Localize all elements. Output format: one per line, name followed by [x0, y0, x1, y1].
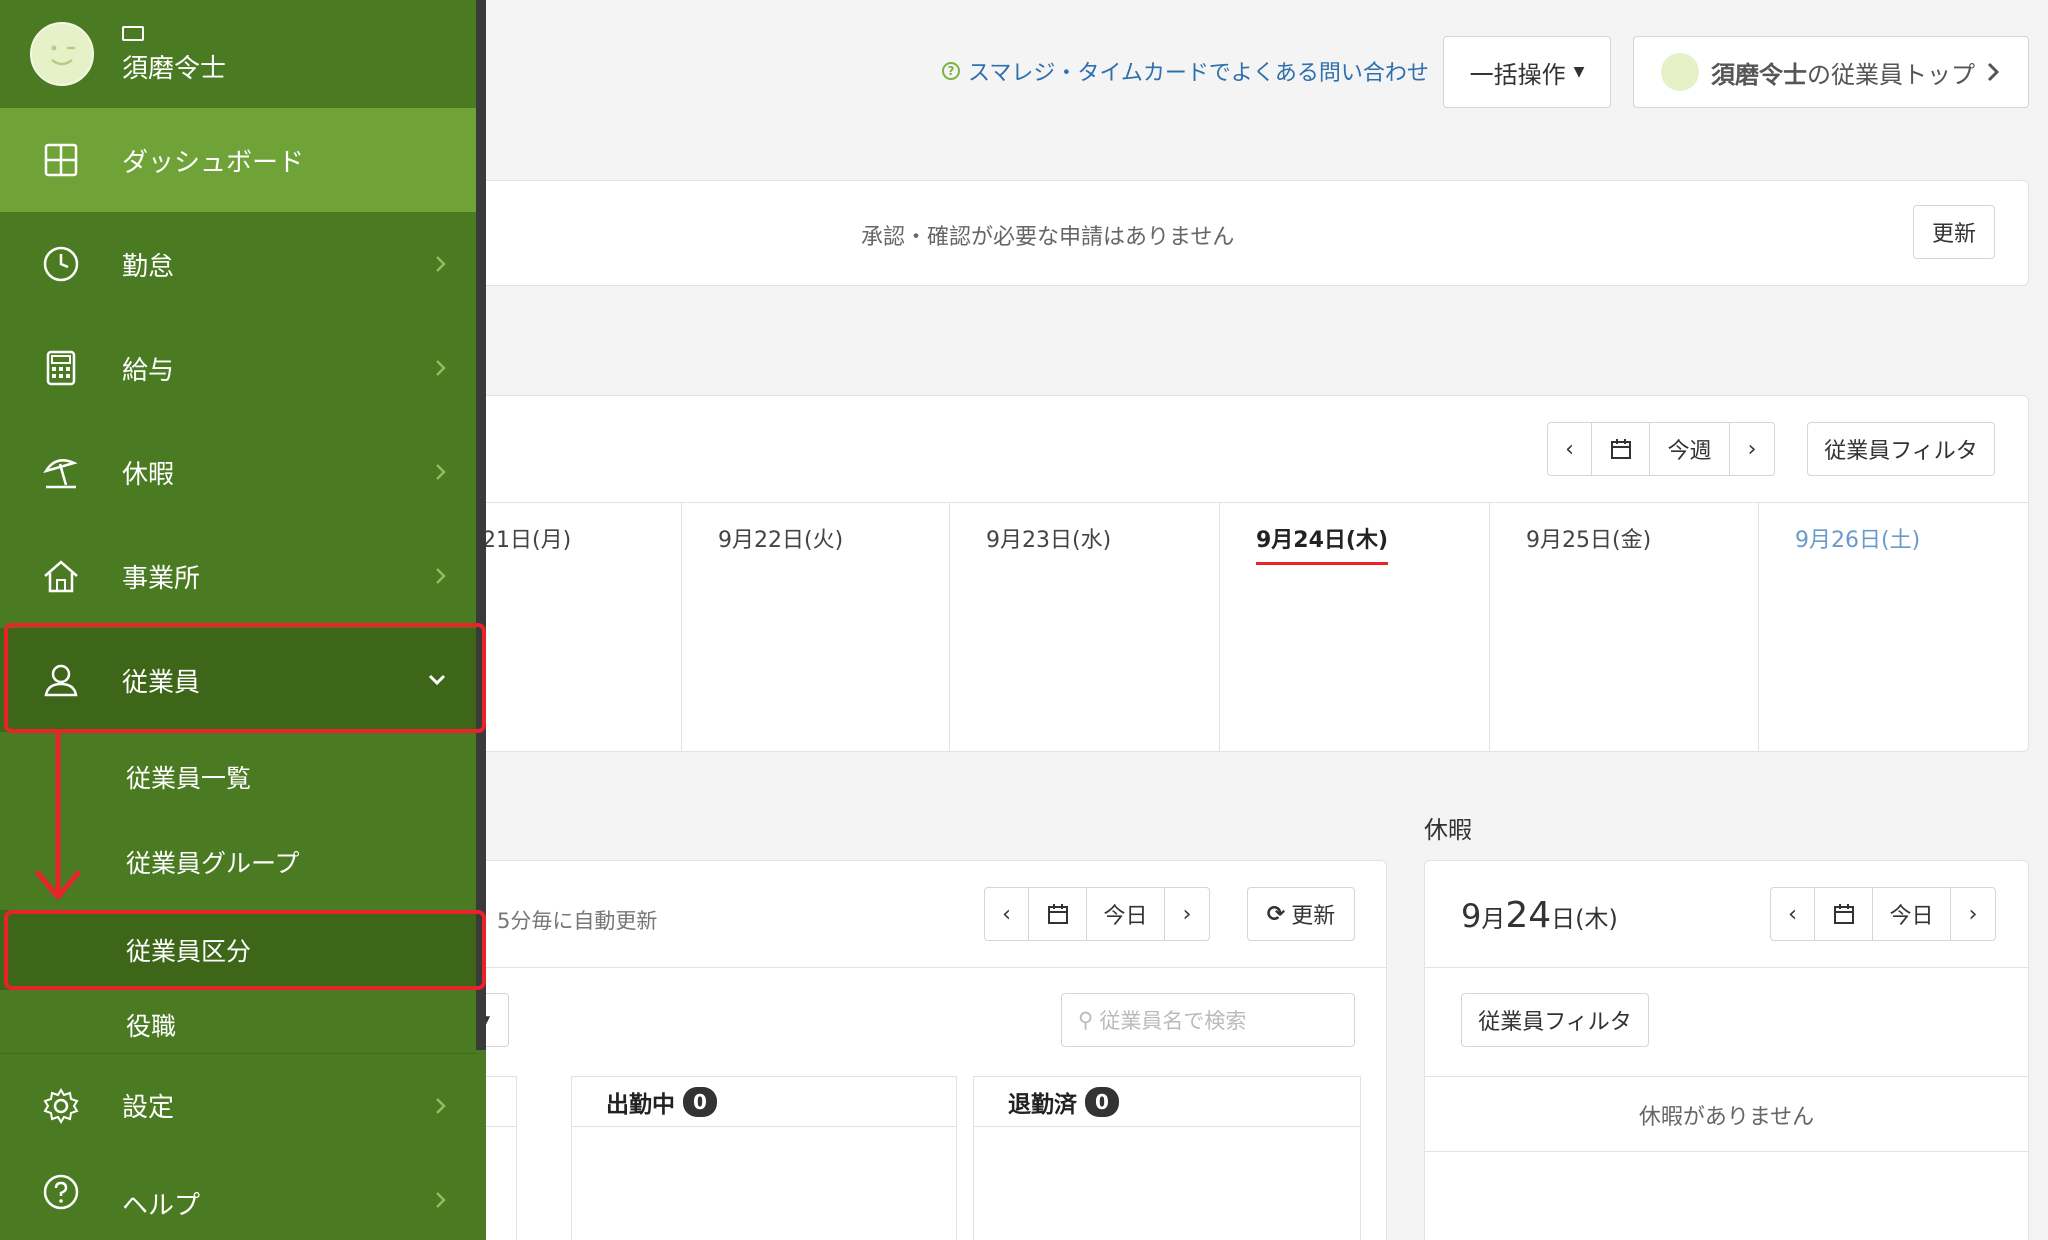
- highlight-employees-menu: [4, 623, 486, 733]
- leave-empty-message: 休暇がありません: [1638, 1105, 1815, 1130]
- attendance-refresh-button[interactable]: ⟳ 更新: [1247, 887, 1355, 941]
- chevron-right-icon: [436, 256, 446, 272]
- week-employee-filter-button[interactable]: 従業員フィルタ: [1807, 422, 1995, 476]
- id-card-icon: [122, 26, 144, 41]
- leave-card: 9 月 24 日(木) ‹ 今日 › 従業員フィルタ 休暇がありません: [1424, 860, 2029, 1240]
- sidebar-subitem-positions[interactable]: 役職: [0, 997, 476, 1053]
- chevron-right-icon: ›: [1182, 901, 1192, 927]
- attendance-prev-button[interactable]: ‹: [985, 888, 1029, 940]
- beach-umbrella-icon: [43, 459, 78, 489]
- bulk-actions-button[interactable]: 一括操作 ▼: [1443, 36, 1611, 108]
- approvals-card: 承認・確認が必要な申請はありません 更新: [440, 180, 2029, 286]
- sidebar-item-office[interactable]: 事業所: [0, 524, 476, 628]
- leave-divider-3: [1425, 1151, 2028, 1152]
- sidebar-item-attendance[interactable]: 勤怠: [0, 212, 476, 316]
- chevron-right-icon: [436, 360, 446, 376]
- chevron-right-icon: ›: [1747, 436, 1757, 462]
- employee-search-input[interactable]: ⚲ 従業員名で検索: [1061, 993, 1355, 1047]
- calendar-icon: [1833, 904, 1854, 924]
- dashboard-icon: [44, 143, 78, 177]
- attendance-next-button[interactable]: ›: [1165, 888, 1209, 940]
- chevron-right-icon: ›: [1968, 901, 1978, 927]
- leave-calendar-button[interactable]: [1815, 888, 1873, 940]
- sidebar: 須磨令士 ダッシュボード 勤怠 給与 休暇 事業所 従業員 従業員一覧 従業員グ…: [0, 0, 486, 1240]
- attendance-divider: [441, 967, 1386, 968]
- week-current-button[interactable]: 今週: [1650, 423, 1730, 475]
- attendance-card: 5分毎に自動更新 ‹ 今日 › ⟳ 更新 ス ▼ ⚲ 従業員名で検索 出勤中 0…: [435, 860, 1387, 1240]
- leave-prev-button[interactable]: ‹: [1771, 888, 1815, 940]
- attendance-date-navigator: ‹ 今日 ›: [984, 887, 1210, 941]
- calendar-icon: [1610, 439, 1631, 459]
- help-icon: [43, 1174, 79, 1210]
- day-column-wed: 9月23日(水): [950, 502, 1220, 752]
- sidebar-item-dashboard[interactable]: ダッシュボード: [0, 108, 476, 212]
- leave-employee-filter-button[interactable]: 従業員フィルタ: [1461, 993, 1649, 1047]
- week-prev-button[interactable]: ‹: [1548, 423, 1592, 475]
- day-column-thu-today: 9月24日(木): [1220, 502, 1490, 752]
- chevron-right-icon: [436, 568, 446, 584]
- week-next-button[interactable]: ›: [1730, 423, 1774, 475]
- day-column-fri: 9月25日(金): [1490, 502, 1759, 752]
- approvals-message: 承認・確認が必要な申請はありません: [861, 225, 1235, 250]
- search-icon: ⚲: [1078, 1008, 1094, 1032]
- week-calendar-button[interactable]: [1592, 423, 1650, 475]
- user-top-suffix: の従業員トップ: [1807, 60, 1975, 89]
- chevron-right-icon: [436, 464, 446, 480]
- help-circle-icon: ?: [942, 62, 960, 80]
- avatar: [30, 22, 94, 86]
- sidebar-item-payroll[interactable]: 給与: [0, 316, 476, 420]
- clock-icon: [43, 246, 79, 282]
- leave-divider-2: [1425, 1076, 2028, 1077]
- chevron-right-icon: [436, 1097, 446, 1114]
- approvals-refresh-button[interactable]: 更新: [1913, 205, 1995, 259]
- calendar-icon: [1047, 904, 1068, 924]
- chevron-left-icon: ‹: [1565, 436, 1574, 462]
- week-navigator: ‹ 今週 ›: [1547, 422, 1775, 476]
- leave-section-title: 休暇: [1424, 816, 1472, 844]
- refresh-icon: ⟳: [1266, 901, 1286, 927]
- status-column-left: 退勤済 0: [973, 1076, 1361, 1240]
- home-icon: [44, 560, 78, 593]
- chevron-left-icon: ‹: [1788, 901, 1797, 927]
- user-top-name: 須磨令士: [1711, 60, 1807, 89]
- sidebar-item-settings[interactable]: 設定: [0, 1053, 476, 1157]
- caret-down-icon: ▼: [1573, 64, 1585, 80]
- user-top-button[interactable]: 須磨令士 の従業員トップ: [1633, 36, 2029, 108]
- chevron-right-icon: [1987, 62, 2000, 82]
- leave-date: 9 月 24 日(木): [1461, 895, 1618, 936]
- left-count-badge: 0: [1085, 1086, 1119, 1117]
- sidebar-user-header[interactable]: 須磨令士: [0, 0, 476, 108]
- working-count-badge: 0: [683, 1086, 717, 1117]
- attendance-calendar-button[interactable]: [1029, 888, 1087, 940]
- attendance-today-button[interactable]: 今日: [1087, 888, 1165, 940]
- day-column-sat: 9月26日(土): [1795, 528, 1921, 553]
- highlight-employee-categories: [4, 910, 486, 990]
- sidebar-user-name: 須磨令士: [122, 54, 227, 84]
- chevron-left-icon: ‹: [1002, 901, 1011, 927]
- leave-next-button[interactable]: ›: [1951, 888, 1995, 940]
- status-column-working: 出勤中 0: [571, 1076, 957, 1240]
- chevron-right-icon: [436, 1192, 446, 1208]
- leave-date-navigator: ‹ 今日 ›: [1770, 887, 1996, 941]
- gear-icon: [43, 1087, 79, 1124]
- sidebar-scrollbar[interactable]: [476, 0, 486, 1050]
- day-column-tue: 9月22日(火): [682, 502, 950, 752]
- leave-today-button[interactable]: 今日: [1873, 888, 1951, 940]
- help-link[interactable]: ? スマレジ・タイムカードでよくある問い合わせ: [942, 56, 1429, 86]
- user-face-icon: [1661, 53, 1699, 91]
- auto-refresh-label: 5分毎に自動更新: [497, 909, 658, 933]
- annotation-arrow: [35, 733, 81, 900]
- calculator-icon: [46, 350, 76, 386]
- leave-divider-1: [1425, 967, 2028, 968]
- sidebar-item-leave[interactable]: 休暇: [0, 420, 476, 524]
- sidebar-item-help[interactable]: ヘルプ: [0, 1157, 476, 1240]
